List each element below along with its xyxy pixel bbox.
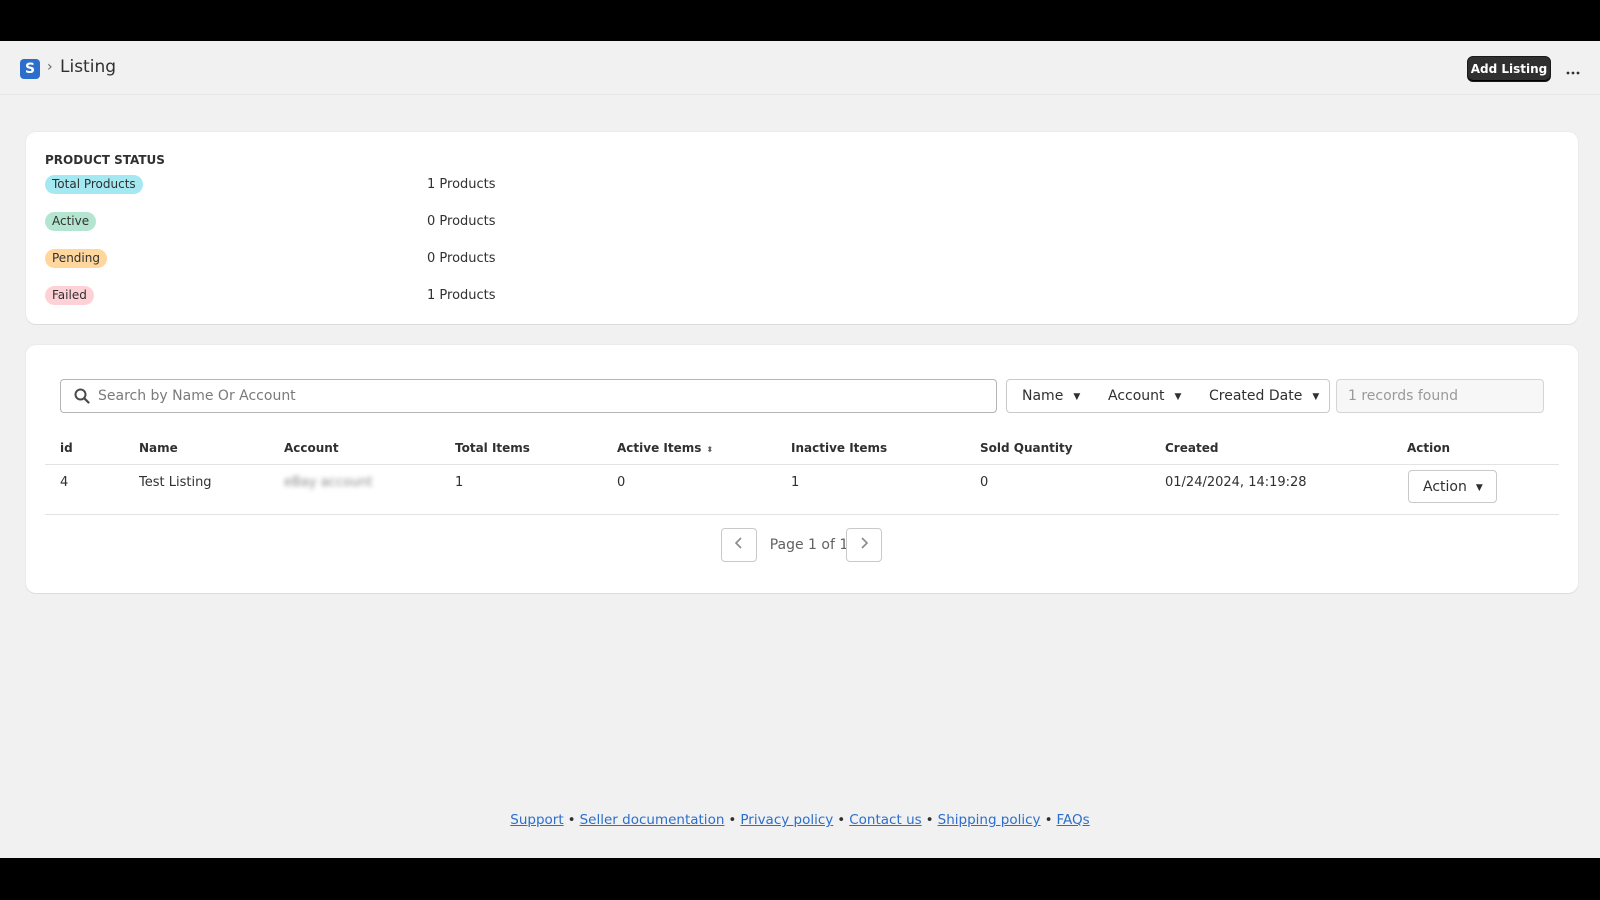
chevron-right-icon [861, 537, 869, 549]
column-header-name[interactable]: Name [139, 441, 178, 455]
footer-separator: • [837, 812, 846, 828]
row-divider [45, 514, 1559, 515]
page-indicator: Page 1 of 1 [769, 537, 849, 553]
breadcrumb-separator-icon: › [47, 59, 53, 75]
status-count-active: 0 Products [427, 214, 496, 229]
status-count-failed: 1 Products [427, 288, 496, 303]
column-header-created[interactable]: Created [1165, 441, 1218, 455]
next-page-button[interactable] [846, 528, 882, 562]
footer-separator: • [1044, 812, 1053, 828]
status-badge-failed: Failed [45, 286, 94, 305]
search-input[interactable] [98, 381, 988, 411]
app-logo-icon[interactable]: S [20, 59, 40, 79]
name-filter-button[interactable]: Name ▼ [1006, 379, 1094, 413]
cell-active-items: 0 [617, 475, 626, 490]
add-listing-button[interactable]: Add Listing [1467, 56, 1551, 82]
status-badge-pending: Pending [45, 249, 107, 268]
column-header-id[interactable]: id [60, 441, 73, 455]
product-status-card: PRODUCT STATUS Total Products 1 Products… [26, 132, 1578, 324]
sort-icon[interactable]: ⬍ [706, 445, 713, 454]
chevron-left-icon [734, 537, 742, 549]
status-badge-total: Total Products [45, 175, 143, 194]
footer-link-shipping-policy[interactable]: Shipping policy [938, 812, 1041, 828]
product-status-title: PRODUCT STATUS [45, 153, 165, 167]
more-actions-icon[interactable] [1560, 56, 1586, 82]
created-date-filter-button[interactable]: Created Date ▼ [1194, 379, 1330, 413]
column-header-sold-quantity[interactable]: Sold Quantity [980, 441, 1073, 455]
previous-page-button[interactable] [721, 528, 757, 562]
footer-link-seller-documentation[interactable]: Seller documentation [580, 812, 725, 828]
footer-separator: • [925, 812, 934, 828]
cell-created: 01/24/2024, 14:19:28 [1165, 475, 1307, 490]
page-title: Listing [60, 57, 117, 77]
row-action-label: Action [1423, 478, 1467, 495]
cell-inactive-items: 1 [791, 475, 800, 490]
column-header-total-items[interactable]: Total Items [455, 441, 530, 455]
footer-link-faqs[interactable]: FAQs [1057, 812, 1090, 828]
search-field[interactable] [60, 379, 997, 413]
caret-down-icon: ▼ [1312, 392, 1320, 402]
cell-name[interactable]: Test Listing [139, 475, 212, 490]
search-icon [74, 388, 90, 404]
status-count-total: 1 Products [427, 177, 496, 192]
column-header-account[interactable]: Account [284, 441, 339, 455]
records-found-field: 1 records found [1336, 379, 1544, 413]
account-filter-label: Account [1108, 388, 1165, 404]
account-filter-button[interactable]: Account ▼ [1093, 379, 1195, 413]
top-bar: S › Listing Add Listing [0, 41, 1600, 95]
name-filter-label: Name [1022, 388, 1064, 404]
caret-down-icon: ▼ [1073, 392, 1081, 402]
ellipsis-icon [1566, 71, 1580, 74]
footer-link-contact-us[interactable]: Contact us [849, 812, 921, 828]
cell-account: eBay account [284, 475, 373, 490]
footer-link-privacy-policy[interactable]: Privacy policy [740, 812, 833, 828]
footer-link-support[interactable]: Support [510, 812, 563, 828]
column-header-inactive-items[interactable]: Inactive Items [791, 441, 887, 455]
column-header-active-items[interactable]: Active Items ⬍ [617, 441, 713, 455]
footer-separator: • [728, 812, 737, 828]
cell-sold-quantity: 0 [980, 475, 989, 490]
row-action-button[interactable]: Action ▼ [1408, 470, 1497, 503]
column-header-active-items-label: Active Items [617, 441, 702, 455]
caret-down-icon: ▼ [1174, 392, 1182, 402]
app-window: S › Listing Add Listing PRODUCT STATUS T… [0, 41, 1600, 858]
status-badge-active: Active [45, 212, 97, 231]
listing-table-card: Name ▼ Account ▼ Created Date ▼ 1 records f… [26, 345, 1578, 593]
footer-links: Support • Seller documentation • Privacy pol… [0, 812, 1600, 828]
caret-down-icon: ▼ [1475, 482, 1483, 493]
column-header-action: Action [1407, 441, 1451, 455]
cell-total-items: 1 [455, 475, 464, 490]
cell-id: 4 [60, 475, 69, 490]
footer-separator: • [567, 812, 576, 828]
status-count-pending: 0 Products [427, 251, 496, 266]
header-divider [45, 464, 1559, 465]
created-date-filter-label: Created Date [1209, 388, 1303, 404]
